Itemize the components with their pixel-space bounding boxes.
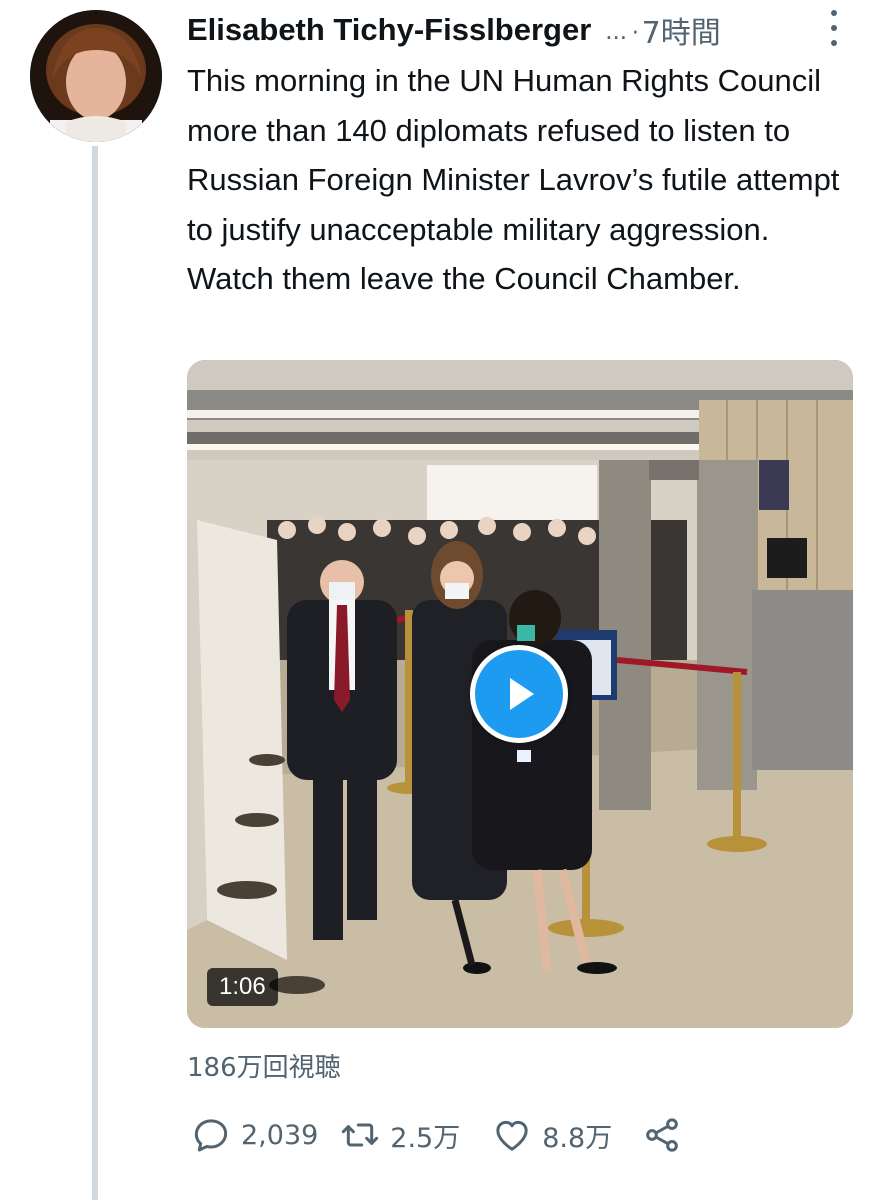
reply-icon	[194, 1119, 228, 1152]
reply-button[interactable]: 2,039	[191, 1115, 318, 1155]
timestamp[interactable]: 7時間	[642, 8, 721, 52]
retweet-icon	[342, 1123, 379, 1147]
more-options-icon[interactable]	[826, 10, 842, 46]
author-name[interactable]: Elisabeth Tichy-Fisslberger	[187, 12, 591, 48]
tweet-header: Elisabeth Tichy-Fisslberger ... · 7時間	[187, 8, 857, 52]
retweet-button[interactable]: 2.5万	[340, 1115, 460, 1155]
video-duration-badge: 1:06	[207, 968, 278, 1006]
like-count: 8.8万	[542, 1122, 613, 1154]
tweet-text: This morning in the UN Human Rights Coun…	[187, 63, 840, 296]
share-button[interactable]	[642, 1115, 682, 1155]
reply-count: 2,039	[241, 1119, 319, 1151]
like-button[interactable]: 8.8万	[492, 1115, 612, 1155]
like-icon	[496, 1120, 528, 1151]
separator-dot: ·	[630, 14, 640, 45]
avatar[interactable]	[30, 10, 162, 142]
play-icon	[510, 678, 534, 710]
share-icon	[646, 1118, 679, 1152]
author-handle[interactable]: ...	[605, 15, 627, 46]
play-button[interactable]	[470, 645, 568, 743]
view-count: 186万回視聴	[187, 1053, 341, 1083]
avatar-image	[30, 10, 162, 142]
video-player[interactable]	[187, 360, 853, 1028]
thread-line	[92, 146, 98, 1200]
action-bar: 2,039 2.5万 8.8万	[187, 1110, 682, 1160]
retweet-count: 2.5万	[390, 1122, 461, 1154]
